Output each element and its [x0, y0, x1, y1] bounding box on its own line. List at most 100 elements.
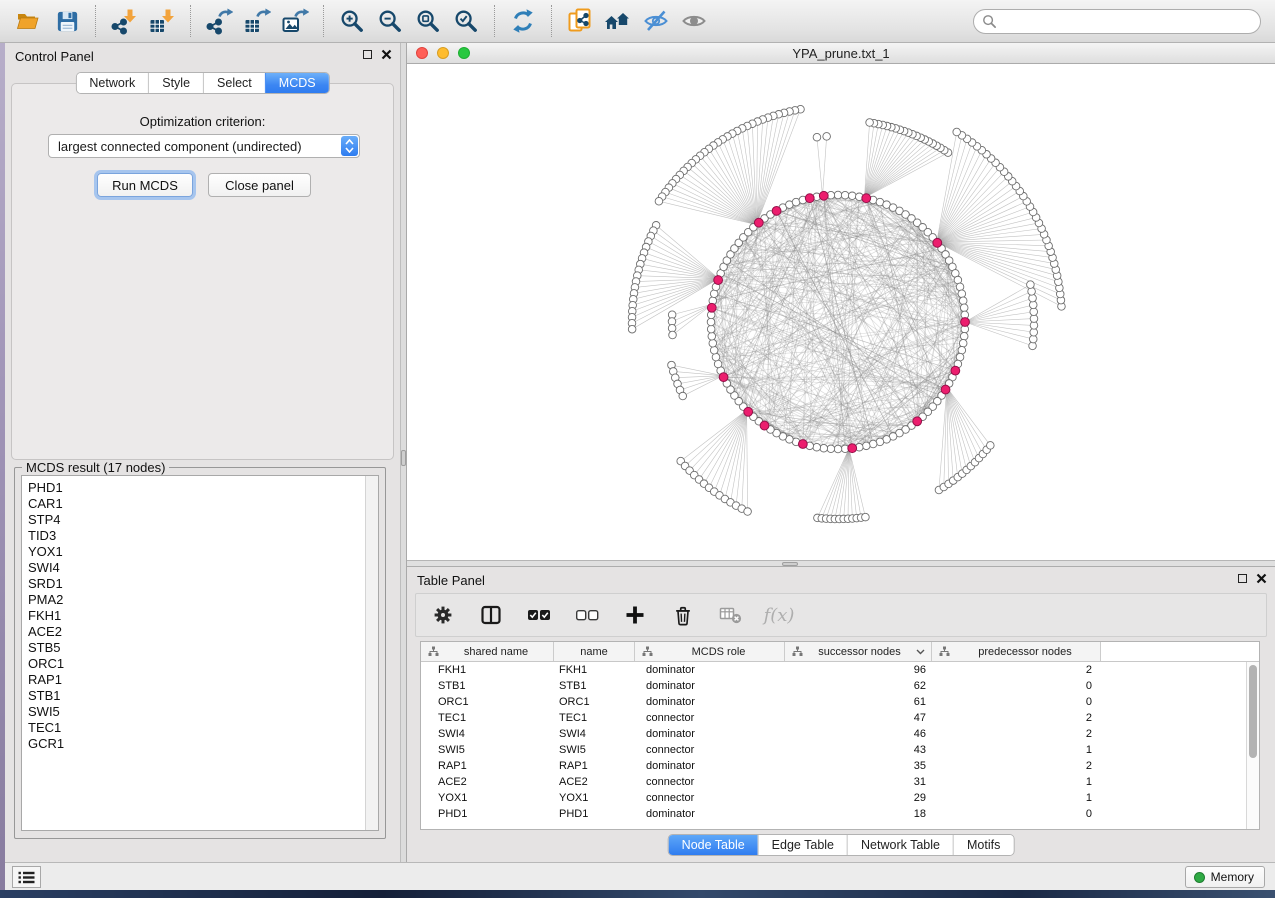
zoom-in-button[interactable] [335, 4, 369, 38]
close-panel-icon[interactable] [381, 49, 392, 60]
table-cell[interactable]: STB1 [554, 678, 635, 694]
mcds-node[interactable] [744, 407, 753, 416]
table-cell[interactable]: connector [635, 742, 785, 758]
float-panel-icon[interactable] [363, 50, 372, 59]
table-cell[interactable]: TEC1 [554, 710, 635, 726]
table-row[interactable]: ACE2ACE2connector311 [421, 774, 1259, 790]
table-cell[interactable]: connector [635, 774, 785, 790]
select-all-button[interactable] [526, 602, 552, 628]
table-cell[interactable]: connector [635, 710, 785, 726]
mcds-result-item[interactable]: RAP1 [28, 672, 378, 688]
table-cell[interactable]: ACE2 [554, 774, 635, 790]
import-table-button[interactable] [145, 4, 179, 38]
table-cell[interactable]: 35 [785, 758, 932, 774]
table-row[interactable]: SWI4SWI4dominator462 [421, 726, 1259, 742]
tab-select[interactable]: Select [203, 73, 265, 93]
import-network-button[interactable] [107, 4, 141, 38]
table-cell[interactable]: YOX1 [421, 790, 554, 806]
table-cell[interactable]: 96 [785, 662, 932, 678]
table-cell[interactable]: ORC1 [554, 694, 635, 710]
table-cell[interactable]: 0 [932, 694, 1101, 710]
zoom-selected-button[interactable] [449, 4, 483, 38]
column-header-shared-name[interactable]: shared name [421, 642, 554, 661]
mcds-node[interactable] [819, 191, 828, 200]
optimization-criterion-select[interactable]: largest connected component (undirected) [48, 134, 360, 158]
table-cell[interactable]: RAP1 [554, 758, 635, 774]
delete-column-button[interactable] [670, 602, 696, 628]
table-scrollbar-track[interactable] [1246, 662, 1259, 829]
vertical-splitter[interactable] [400, 43, 407, 862]
mcds-result-item[interactable]: CAR1 [28, 496, 378, 512]
tab-mcds[interactable]: MCDS [265, 73, 329, 93]
mcds-node[interactable] [961, 318, 970, 327]
table-cell[interactable]: dominator [635, 662, 785, 678]
mcds-result-item[interactable]: PMA2 [28, 592, 378, 608]
zoom-fit-button[interactable] [411, 4, 445, 38]
hide-selected-button[interactable] [639, 4, 673, 38]
mcds-node[interactable] [719, 373, 728, 382]
table-cell[interactable]: RAP1 [421, 758, 554, 774]
table-cell[interactable]: 29 [785, 790, 932, 806]
splitter-handle[interactable] [782, 562, 798, 566]
table-cell[interactable]: FKH1 [554, 662, 635, 678]
float-panel-icon[interactable] [1238, 574, 1247, 583]
list-scrollbar-track[interactable] [365, 476, 378, 830]
mcds-node[interactable] [951, 366, 960, 375]
table-cell[interactable]: 47 [785, 710, 932, 726]
table-cell[interactable]: 2 [932, 662, 1101, 678]
table-row[interactable]: PHD1PHD1dominator180 [421, 806, 1259, 822]
open-session-button[interactable] [12, 4, 46, 38]
close-window-icon[interactable] [416, 47, 428, 59]
mcds-result-item[interactable]: FKH1 [28, 608, 378, 624]
table-cell[interactable]: TEC1 [421, 710, 554, 726]
tab-node-table[interactable]: Node Table [669, 835, 758, 855]
export-image-button[interactable] [278, 4, 312, 38]
table-cell[interactable]: 0 [932, 678, 1101, 694]
column-header-successor-nodes[interactable]: successor nodes [785, 642, 932, 661]
mcds-node[interactable] [798, 440, 807, 449]
minimize-window-icon[interactable] [437, 47, 449, 59]
table-cell[interactable]: dominator [635, 758, 785, 774]
mcds-result-item[interactable]: STP4 [28, 512, 378, 528]
table-cell[interactable]: 2 [932, 758, 1101, 774]
horizontal-splitter[interactable] [407, 560, 1275, 567]
table-cell[interactable]: STB1 [421, 678, 554, 694]
table-cell[interactable]: 43 [785, 742, 932, 758]
close-panel-icon[interactable] [1256, 573, 1267, 584]
show-all-button[interactable] [677, 4, 711, 38]
search-input[interactable] [997, 14, 1252, 28]
mcds-node[interactable] [760, 421, 769, 430]
zoom-out-button[interactable] [373, 4, 407, 38]
table-cell[interactable]: 2 [932, 710, 1101, 726]
table-row[interactable]: STB1STB1dominator620 [421, 678, 1259, 694]
table-cell[interactable]: dominator [635, 694, 785, 710]
table-scrollbar-thumb[interactable] [1249, 665, 1257, 758]
mcds-node[interactable] [941, 385, 950, 394]
table-cell[interactable]: 61 [785, 694, 932, 710]
mcds-result-item[interactable]: STB5 [28, 640, 378, 656]
column-header-MCDS-role[interactable]: MCDS role [635, 642, 785, 661]
table-row[interactable]: RAP1RAP1dominator352 [421, 758, 1259, 774]
export-network-button[interactable] [202, 4, 236, 38]
table-row[interactable]: FKH1FKH1dominator962 [421, 662, 1259, 678]
panel-layout-button[interactable] [478, 602, 504, 628]
table-cell[interactable]: PHD1 [554, 806, 635, 822]
table-cell[interactable]: SWI4 [421, 726, 554, 742]
function-builder-button[interactable]: f(x) [766, 602, 792, 628]
mcds-node[interactable] [848, 444, 857, 453]
show-panels-button[interactable] [12, 866, 41, 888]
table-cell[interactable]: SWI5 [421, 742, 554, 758]
table-cell[interactable]: ACE2 [421, 774, 554, 790]
mcds-node[interactable] [707, 303, 716, 312]
tab-motifs[interactable]: Motifs [953, 835, 1013, 855]
table-cell[interactable]: dominator [635, 806, 785, 822]
table-settings-button[interactable] [430, 602, 456, 628]
table-cell[interactable]: ORC1 [421, 694, 554, 710]
mcds-node[interactable] [933, 238, 942, 247]
tab-edge-table[interactable]: Edge Table [758, 835, 847, 855]
mcds-node[interactable] [754, 218, 763, 227]
mcds-result-item[interactable]: GCR1 [28, 736, 378, 752]
mcds-result-item[interactable]: YOX1 [28, 544, 378, 560]
column-header-name[interactable]: name [554, 642, 635, 661]
mcds-node[interactable] [714, 276, 723, 285]
